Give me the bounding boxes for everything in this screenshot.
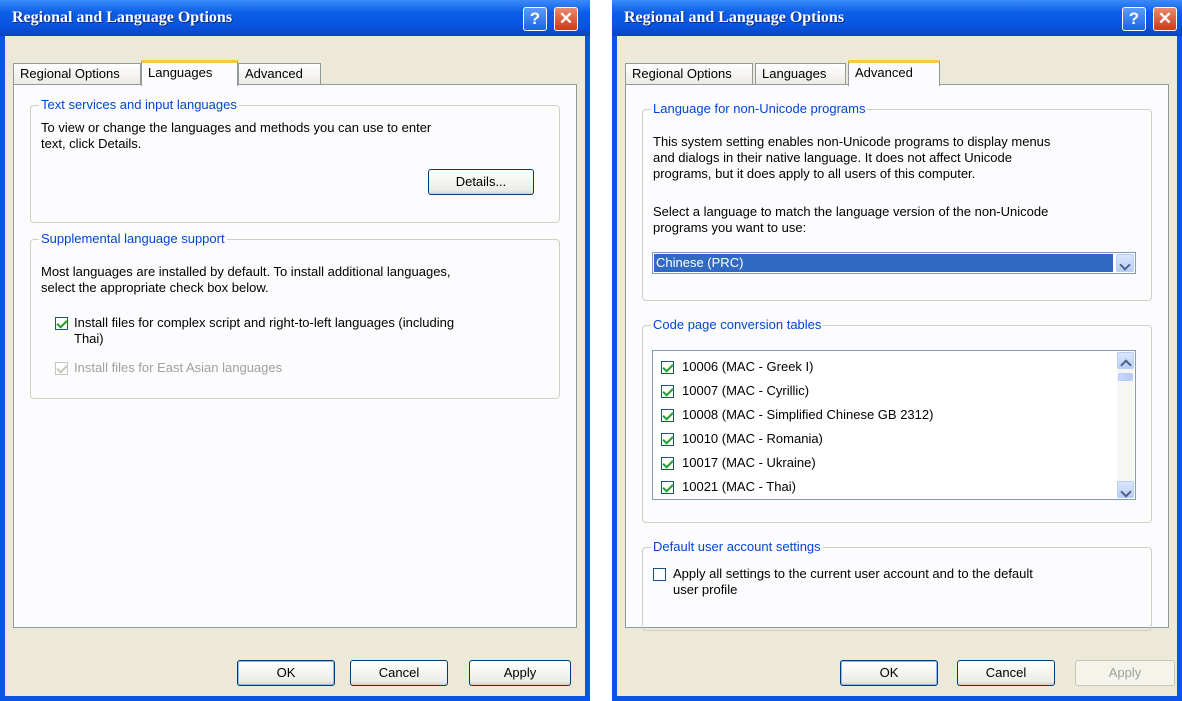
scroll-thumb[interactable] [1118, 373, 1133, 381]
help-icon[interactable]: ? [523, 7, 547, 31]
complex-script-label[interactable]: Install files for complex script and rig… [74, 315, 454, 347]
apply-button[interactable]: Apply [469, 660, 571, 686]
dialog-regional-language-advanced: Regional and Language Options ? ✕ Region… [612, 0, 1182, 701]
tab-languages[interactable]: Languages [755, 63, 846, 84]
group-legend: Default user account settings [651, 539, 823, 554]
selected-language-value: Chinese (PRC) [654, 254, 1113, 272]
tab-regional-options[interactable]: Regional Options [625, 63, 753, 84]
dialog-client-area: Regional Options Languages Advanced Text… [5, 36, 585, 696]
code-page-checkbox[interactable] [661, 361, 674, 374]
apply-all-checkbox[interactable] [653, 568, 666, 581]
ok-button[interactable]: OK [237, 660, 335, 686]
title-bar[interactable]: Regional and Language Options ? ✕ [612, 0, 1182, 36]
code-page-checkbox[interactable] [661, 385, 674, 398]
code-page-checkbox[interactable] [661, 433, 674, 446]
group-legend: Supplemental language support [39, 231, 227, 246]
cancel-button[interactable]: Cancel [957, 660, 1055, 686]
close-icon[interactable]: ✕ [554, 7, 578, 31]
help-icon[interactable]: ? [1122, 7, 1146, 31]
cancel-button[interactable]: Cancel [350, 660, 448, 686]
group-legend: Code page conversion tables [651, 317, 824, 332]
tab-languages[interactable]: Languages [141, 60, 238, 86]
code-page-checkbox[interactable] [661, 481, 674, 494]
window-title: Regional and Language Options [12, 9, 233, 26]
scroll-up-icon[interactable] [1117, 352, 1134, 369]
east-asian-checkbox[interactable] [55, 362, 68, 375]
code-page-checkbox[interactable] [661, 457, 674, 470]
tab-panel-advanced: Language for non-Unicode programs This s… [625, 84, 1169, 631]
details-button[interactable]: Details... [428, 169, 534, 195]
code-page-checkbox[interactable] [661, 409, 674, 422]
code-page-list[interactable]: 10006 (MAC - Greek I) 10007 (MAC - Cyril… [652, 350, 1136, 500]
tab-panel-languages: Text services and input languages To vie… [13, 84, 577, 628]
close-icon[interactable]: ✕ [1153, 7, 1177, 31]
tab-advanced[interactable]: Advanced [848, 60, 940, 86]
tab-advanced[interactable]: Advanced [238, 63, 321, 84]
window-title: Regional and Language Options [624, 9, 845, 26]
supplemental-description: Most languages are installed by default.… [41, 264, 451, 295]
group-non-unicode-programs: Language for non-Unicode programs This s… [642, 101, 1152, 301]
group-text-services: Text services and input languages To vie… [30, 97, 560, 223]
group-default-user-settings: Default user account settings Apply all … [642, 539, 1152, 631]
dialog-client-area: Regional Options Languages Advanced Lang… [617, 36, 1177, 696]
apply-all-label[interactable]: Apply all settings to the current user a… [673, 566, 1033, 598]
dialog-regional-language-languages: Regional and Language Options ? ✕ Region… [0, 0, 590, 701]
chevron-down-icon[interactable] [1116, 254, 1134, 272]
group-legend: Language for non-Unicode programs [651, 101, 868, 116]
text-services-description: To view or change the languages and meth… [41, 120, 432, 151]
group-legend: Text services and input languages [39, 97, 239, 112]
ok-button[interactable]: OK [840, 660, 938, 686]
language-select[interactable]: Chinese (PRC) [652, 252, 1136, 274]
east-asian-label[interactable]: Install files for East Asian languages [74, 360, 282, 376]
non-unicode-description: This system setting enables non-Unicode … [653, 134, 1051, 181]
group-supplemental-language: Supplemental language support Most langu… [30, 231, 560, 399]
complex-script-checkbox[interactable] [55, 317, 68, 330]
apply-button[interactable]: Apply [1075, 660, 1175, 686]
select-language-prompt: Select a language to match the language … [653, 204, 1049, 235]
title-bar[interactable]: Regional and Language Options ? ✕ [0, 0, 590, 36]
group-code-page-tables: Code page conversion tables 10006 (MAC -… [642, 317, 1152, 523]
tab-regional-options[interactable]: Regional Options [13, 63, 141, 84]
vertical-scrollbar[interactable] [1117, 352, 1134, 498]
scroll-down-icon[interactable] [1117, 481, 1134, 498]
